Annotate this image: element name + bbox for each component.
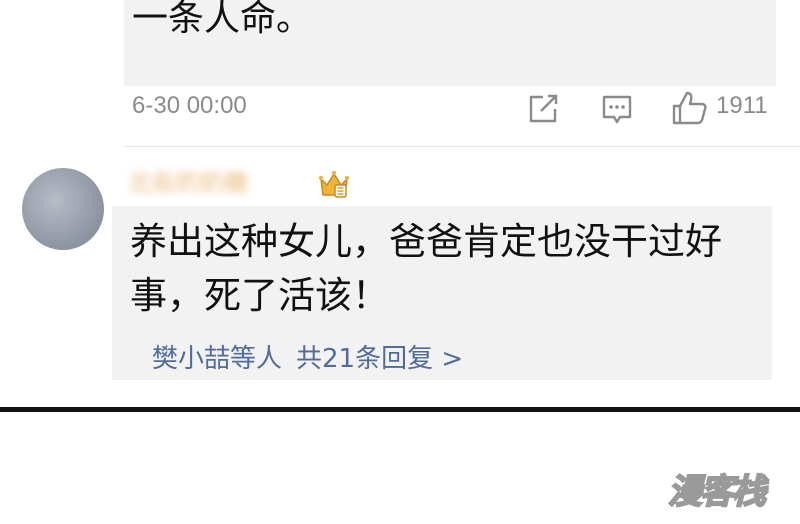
reply-summary[interactable]: 樊小喆等人 共21条回复 > bbox=[152, 338, 477, 375]
divider bbox=[124, 146, 800, 147]
reply-text: 养出这种女儿，爸爸肯定也没干过好事，死了活该！ bbox=[130, 220, 722, 317]
reply-username[interactable]: 北街的奶糖 bbox=[128, 168, 312, 198]
like-count: 1911 bbox=[716, 92, 768, 119]
avatar[interactable] bbox=[22, 168, 104, 250]
like-icon[interactable] bbox=[672, 90, 708, 130]
comment-text: 一条人命。 bbox=[132, 0, 313, 39]
watermark-logo: 漫客栈 bbox=[667, 471, 767, 513]
comment-timestamp: 6-30 00:00 bbox=[132, 92, 247, 119]
comment-icon[interactable] bbox=[601, 94, 633, 130]
share-icon[interactable] bbox=[528, 94, 560, 128]
repliers-link[interactable]: 樊小喆等人 bbox=[152, 344, 282, 374]
crown-icon bbox=[318, 170, 350, 204]
panel-border bbox=[0, 407, 800, 412]
reply-count-link[interactable]: 共21条回复 > bbox=[296, 344, 463, 374]
